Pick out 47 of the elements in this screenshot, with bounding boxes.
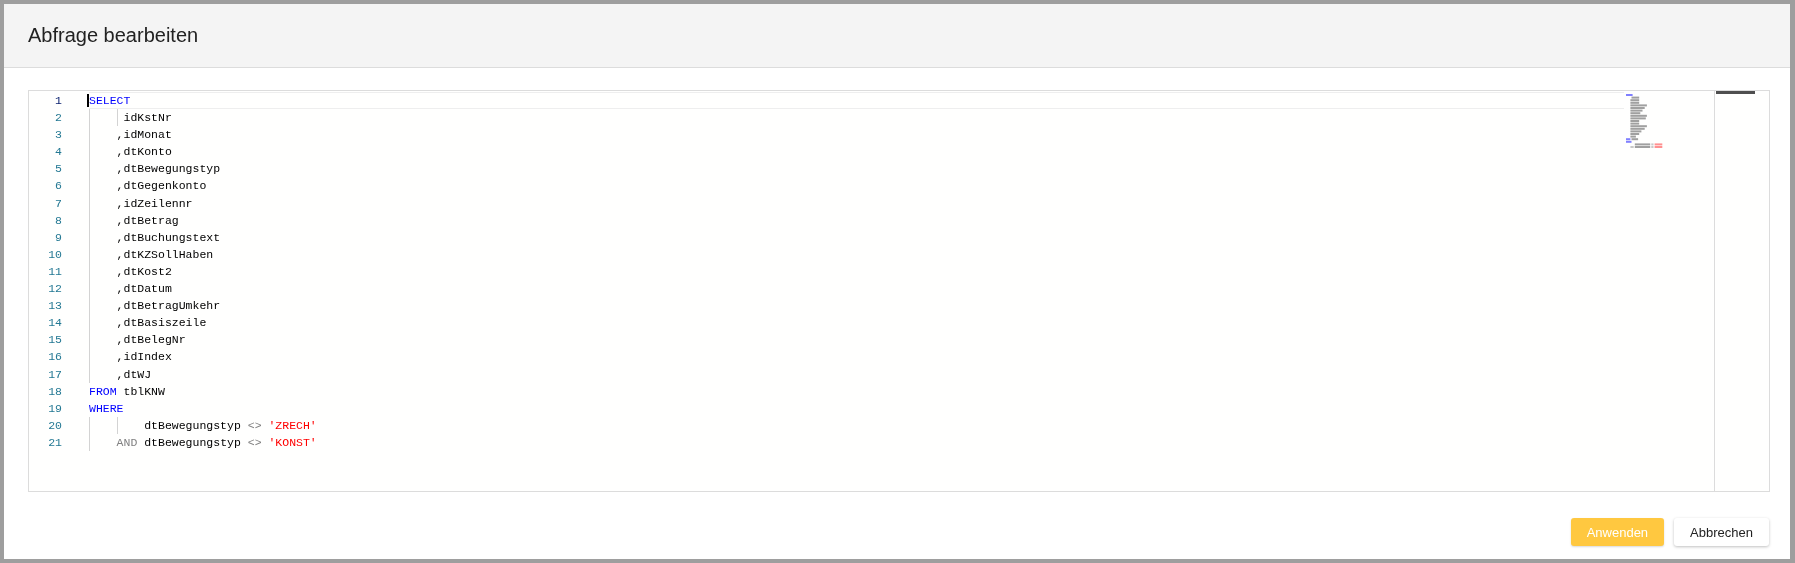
code-line: ,dtBelegNr [115, 332, 186, 349]
code-line: ,dtBewegungstyp [115, 161, 221, 178]
line-number: 17 [47, 366, 63, 383]
code-line: ,dtKost2 [115, 263, 172, 280]
code-line: FROM tblKNW [89, 383, 165, 400]
code-line: ,dtGegenkonto [115, 178, 207, 195]
line-number: 16 [47, 349, 63, 366]
code-line: dtBewegungstyp <> 'ZRECH' [143, 417, 317, 434]
code-line: ,dtBetrag [115, 212, 179, 229]
line-number: 11 [47, 263, 63, 280]
scrollbar[interactable] [1714, 91, 1755, 491]
line-number: 20 [47, 417, 63, 434]
line-number: 14 [47, 315, 63, 332]
code-line: ,idIndex [115, 349, 172, 366]
code-line: ,dtKZSollHaben [115, 246, 214, 263]
code-line: SELECT [89, 93, 131, 109]
line-number: 10 [47, 246, 63, 263]
code-line: AND dtBewegungstyp <> 'KONST' [115, 434, 317, 451]
code-line: WHERE [89, 400, 124, 417]
code-line: idKstNr [122, 110, 172, 127]
line-number: 15 [47, 332, 63, 349]
code-line: ,dtKonto [115, 144, 172, 161]
code-line: ,idMonat [115, 127, 172, 144]
code-line: ,dtBetragUmkehr [115, 298, 221, 315]
code-line: ,dtDatum [115, 281, 172, 298]
code-line: ,dtBasiszeile [115, 315, 207, 332]
code-line: ,idZeilennr [115, 195, 193, 212]
line-number: 21 [47, 434, 63, 451]
line-number: 13 [47, 298, 63, 315]
line-number: 8 [54, 212, 63, 229]
cancel-button[interactable]: Abbrechen [1674, 518, 1769, 546]
line-number: 4 [54, 144, 63, 161]
line-number: 12 [47, 281, 63, 298]
line-number: 6 [54, 178, 63, 195]
line-number: 5 [54, 161, 63, 178]
line-number: 7 [54, 195, 63, 212]
line-number: 3 [54, 127, 63, 144]
code-line: ,dtBuchungstext [115, 229, 221, 246]
line-number: 19 [47, 400, 63, 417]
text-cursor [87, 94, 89, 107]
line-number: 1 [54, 93, 63, 109]
line-number: 9 [54, 229, 63, 246]
dialog-title: Abfrage bearbeiten [28, 24, 199, 47]
line-number: 18 [47, 383, 63, 400]
code-line: ,dtWJ [115, 366, 152, 383]
line-number: 2 [54, 110, 63, 127]
code-editor[interactable] [28, 90, 1770, 492]
